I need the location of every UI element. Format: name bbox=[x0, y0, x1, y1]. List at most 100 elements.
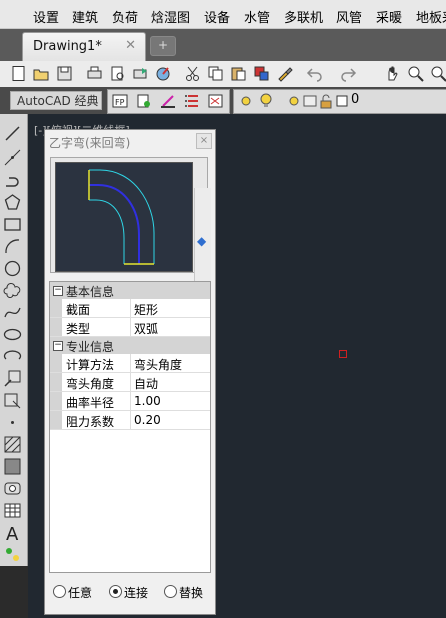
save-icon[interactable] bbox=[56, 65, 73, 82]
category-professional-info[interactable]: − 专业信息 bbox=[50, 337, 210, 354]
radio-circle[interactable] bbox=[53, 585, 66, 598]
menu-water-pipe[interactable]: 水管 bbox=[244, 7, 270, 26]
freeze-icon[interactable] bbox=[286, 93, 302, 109]
property-row-resistance-coefficient[interactable]: 阻力系数 0.20 bbox=[50, 411, 210, 430]
category-label: 专业信息 bbox=[66, 340, 115, 354]
radio-label: 连接 bbox=[124, 586, 149, 600]
layer-properties-icon[interactable] bbox=[136, 93, 152, 109]
plot-icon[interactable] bbox=[155, 65, 172, 82]
lightbulb-icon[interactable] bbox=[258, 93, 274, 109]
line-color-icon[interactable] bbox=[160, 93, 176, 109]
radio-arbitrary[interactable]: 任意 bbox=[53, 584, 97, 600]
radio-replace[interactable]: 替换 bbox=[164, 584, 208, 600]
layer-color-swatch-icon[interactable] bbox=[334, 93, 350, 109]
fp-icon[interactable]: FP bbox=[112, 93, 128, 109]
zoom-window-icon[interactable] bbox=[430, 65, 446, 82]
pan-hand-icon[interactable] bbox=[384, 65, 401, 82]
menu-psychrometric[interactable]: 焓湿图 bbox=[151, 7, 190, 26]
quick-access-toolbar bbox=[0, 61, 446, 88]
cut-icon[interactable] bbox=[184, 65, 201, 82]
polygon-icon[interactable] bbox=[3, 193, 22, 212]
menu-heating[interactable]: 采暖 bbox=[376, 7, 402, 26]
radio-circle[interactable] bbox=[109, 585, 122, 598]
paste-icon[interactable] bbox=[230, 65, 247, 82]
copy-icon[interactable] bbox=[207, 65, 224, 82]
collapse-icon[interactable]: − bbox=[53, 286, 63, 296]
menu-floor-heating[interactable]: 地板采 bbox=[416, 7, 446, 26]
property-value[interactable]: 矩形 bbox=[134, 301, 158, 318]
make-block-icon[interactable] bbox=[3, 391, 22, 410]
print-preview-icon[interactable] bbox=[109, 65, 126, 82]
undo-icon[interactable] bbox=[306, 65, 323, 82]
line-icon[interactable] bbox=[3, 124, 22, 143]
brush-icon[interactable] bbox=[276, 65, 293, 82]
ellipse-icon[interactable] bbox=[3, 325, 22, 344]
menu-duct[interactable]: 风管 bbox=[336, 7, 362, 26]
menu-load[interactable]: 负荷 bbox=[112, 7, 138, 26]
table-icon[interactable] bbox=[3, 501, 22, 520]
current-layer-name[interactable]: 0 bbox=[351, 92, 359, 107]
construction-line-icon[interactable] bbox=[3, 148, 22, 167]
gradient-icon[interactable] bbox=[3, 457, 22, 476]
radio-label: 任意 bbox=[68, 586, 93, 600]
ellipse-arc-icon[interactable] bbox=[3, 347, 22, 366]
new-file-icon[interactable] bbox=[10, 65, 27, 82]
property-key: 曲率半径 bbox=[66, 396, 115, 410]
property-value[interactable]: 自动 bbox=[134, 375, 158, 392]
redo-icon[interactable] bbox=[340, 65, 357, 82]
svg-text:A: A bbox=[6, 524, 19, 542]
zoom-realtime-icon[interactable] bbox=[407, 65, 424, 82]
layer-list-icon[interactable] bbox=[184, 93, 200, 109]
pick-style-button[interactable]: ◆ bbox=[194, 188, 211, 294]
offset-bend-dialog: 乙字弯(来回弯) × ◆ − 基本信息 截面 矩形 类型 双弧 − 专业信息 计… bbox=[44, 129, 216, 615]
menu-vrf[interactable]: 多联机 bbox=[284, 7, 323, 26]
property-row-calc-method[interactable]: 计算方法 弯头角度 bbox=[50, 354, 210, 373]
close-icon[interactable]: × bbox=[196, 133, 212, 149]
multiline-text-icon[interactable]: A bbox=[3, 523, 22, 542]
circle-icon[interactable] bbox=[3, 259, 22, 278]
radio-connect[interactable]: 连接 bbox=[109, 584, 153, 600]
menu-equipment[interactable]: 设备 bbox=[204, 7, 230, 26]
print-icon[interactable] bbox=[86, 65, 103, 82]
property-value[interactable]: 1.00 bbox=[134, 394, 161, 408]
viewport-freeze-icon[interactable] bbox=[302, 93, 318, 109]
property-row-curvature-radius[interactable]: 曲率半径 1.00 bbox=[50, 392, 210, 411]
publish-icon[interactable] bbox=[132, 65, 149, 82]
property-value[interactable]: 双弧 bbox=[134, 320, 158, 337]
spline-icon[interactable] bbox=[3, 303, 22, 322]
property-key: 类型 bbox=[66, 322, 91, 336]
new-tab-button[interactable]: + bbox=[150, 36, 176, 56]
radio-circle[interactable] bbox=[164, 585, 177, 598]
workspace-selector[interactable]: AutoCAD 经典 bbox=[10, 91, 102, 110]
hatch-icon[interactable] bbox=[3, 435, 22, 454]
tab-close-icon[interactable]: ✕ bbox=[125, 38, 136, 53]
point-icon[interactable] bbox=[3, 413, 22, 432]
match-properties-icon[interactable] bbox=[253, 65, 270, 82]
menu-settings[interactable]: 设置 bbox=[33, 7, 59, 26]
tab-drawing1[interactable]: Drawing1* ✕ bbox=[22, 32, 146, 61]
add-selected-icon[interactable] bbox=[3, 545, 22, 564]
property-grid: − 基本信息 截面 矩形 类型 双弧 − 专业信息 计算方法 弯头角度 弯头角度 bbox=[49, 281, 211, 573]
region-icon[interactable] bbox=[3, 479, 22, 498]
menu-architecture[interactable]: 建筑 bbox=[72, 7, 98, 26]
layer-states-icon[interactable] bbox=[208, 93, 224, 109]
property-value[interactable]: 0.20 bbox=[134, 413, 161, 427]
sun-icon[interactable] bbox=[238, 93, 254, 109]
open-folder-icon[interactable] bbox=[33, 65, 50, 82]
unlock-icon[interactable] bbox=[318, 93, 334, 109]
property-row-type[interactable]: 类型 双弧 bbox=[50, 318, 210, 337]
duct-preview[interactable] bbox=[55, 162, 193, 272]
collapse-icon[interactable]: − bbox=[53, 341, 63, 351]
polyline-icon[interactable] bbox=[3, 171, 22, 190]
revision-cloud-icon[interactable] bbox=[3, 281, 22, 300]
document-tab-strip: Drawing1* ✕ + bbox=[0, 29, 446, 61]
dialog-title: 乙字弯(来回弯) bbox=[49, 136, 131, 150]
insert-block-icon[interactable] bbox=[3, 369, 22, 388]
rectangle-icon[interactable] bbox=[3, 215, 22, 234]
arc-icon[interactable] bbox=[3, 237, 22, 256]
property-row-bend-angle[interactable]: 弯头角度 自动 bbox=[50, 373, 210, 392]
property-row-section[interactable]: 截面 矩形 bbox=[50, 299, 210, 318]
category-basic-info[interactable]: − 基本信息 bbox=[50, 282, 210, 299]
property-value[interactable]: 弯头角度 bbox=[134, 356, 182, 373]
draw-toolbar: A bbox=[0, 114, 28, 566]
